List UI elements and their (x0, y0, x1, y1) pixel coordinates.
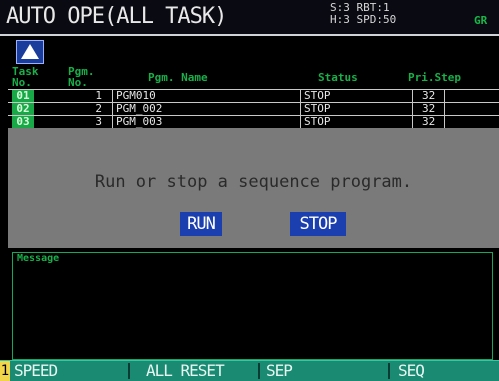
column-divider (300, 89, 301, 128)
column-divider (412, 89, 413, 128)
status-line-2: H:3 SPD:50 (330, 13, 397, 26)
up-triangle-icon (21, 44, 39, 59)
message-panel: Message (12, 252, 493, 360)
task-no-cell: 01 (12, 90, 34, 102)
pgm-no-cell: 2 (95, 102, 102, 115)
header-pgm-no-line2: No. (68, 76, 88, 89)
function-key-bar: 1 SPEED ALL RESET SEP SEQ (0, 360, 499, 381)
fkey-separator (128, 363, 130, 379)
header-pri-step: Pri.Step (408, 71, 461, 84)
pgm-name-cell: PGM010 (116, 89, 156, 102)
header-task-no: Task No. (12, 66, 39, 88)
priority-cell: 32 (422, 89, 436, 102)
speed-function-key[interactable]: SPEED (14, 361, 58, 381)
dialog-prompt: Run or stop a sequence program. (94, 172, 413, 192)
task-table: 01 1 PGM010 STOP 32 02 2 PGM_002 STOP 32… (8, 89, 499, 129)
title-bar: AUTO OPE(ALL TASK) S:3 RBT:1 H:3 SPD:50 … (0, 0, 499, 36)
status-cell: STOP (304, 102, 331, 115)
fkey-page-number: 1 (0, 361, 10, 381)
table-row[interactable]: 03 3 PGM_003 STOP 32 (8, 115, 499, 129)
pgm-no-cell: 1 (95, 89, 102, 102)
header-pgm-name: Pgm. Name (148, 71, 208, 84)
status-indicator: S:3 RBT:1 H:3 SPD:50 (330, 2, 396, 26)
screen-title: AUTO OPE(ALL TASK) (6, 4, 227, 29)
header-pgm-no: Pgm. No. (68, 66, 95, 88)
run-button[interactable]: RUN (180, 212, 222, 236)
column-divider (444, 89, 445, 128)
table-row[interactable]: 01 1 PGM010 STOP 32 (8, 89, 499, 102)
status-cell: STOP (304, 115, 331, 128)
pgm-name-cell: PGM_003 (116, 115, 163, 128)
fkey-separator (388, 363, 390, 379)
task-no-cell: 03 (12, 116, 34, 128)
fkey-separator (258, 363, 260, 379)
stop-button[interactable]: STOP (290, 212, 346, 236)
message-label: Message (17, 253, 60, 264)
header-status: Status (318, 71, 358, 84)
all-reset-function-key[interactable]: ALL RESET (146, 361, 225, 381)
pgm-name-cell: PGM_002 (116, 102, 163, 115)
run-stop-dialog: Run or stop a sequence program. RUN STOP (8, 128, 499, 248)
pgm-no-cell: 3 (95, 115, 102, 128)
priority-cell: 32 (422, 115, 436, 128)
sep-function-key[interactable]: SEP (266, 361, 293, 381)
header-task-no-line2: No. (12, 76, 32, 89)
scroll-up-button[interactable] (16, 40, 44, 64)
task-no-cell: 02 (12, 103, 34, 115)
status-cell: STOP (304, 89, 331, 102)
table-row[interactable]: 02 2 PGM_002 STOP 32 (8, 102, 499, 115)
seq-function-key[interactable]: SEQ (398, 361, 425, 381)
priority-cell: 32 (422, 102, 436, 115)
gr-flag: GR (474, 14, 488, 27)
column-divider (112, 89, 113, 128)
